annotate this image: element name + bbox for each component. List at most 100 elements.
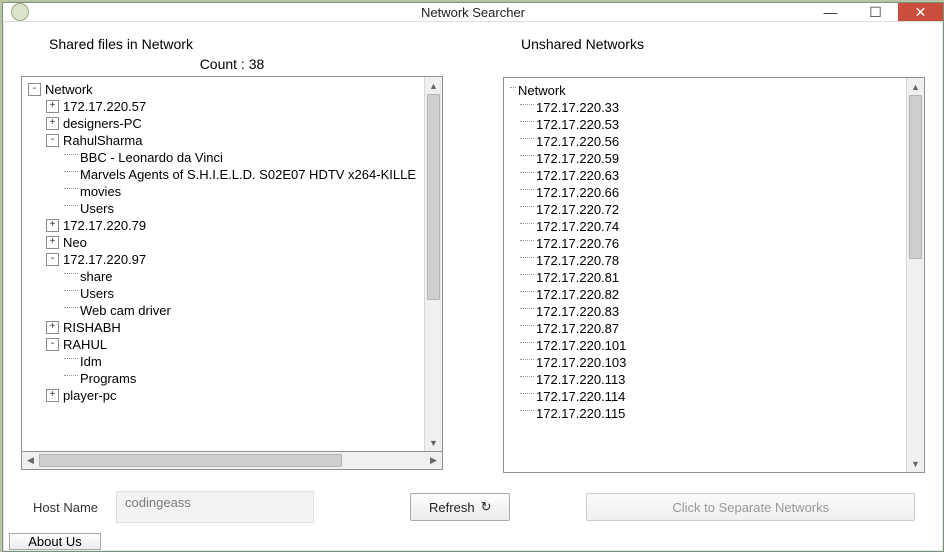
tree-node-label: 172.17.220.87 (536, 321, 619, 336)
tree-node[interactable]: 172.17.220.33 (510, 99, 906, 116)
tree-root[interactable]: Network (510, 82, 906, 99)
tree-node[interactable]: +172.17.220.79 (28, 217, 424, 234)
tree-node[interactable]: +designers-PC (28, 115, 424, 132)
tree-node[interactable]: 172.17.220.103 (510, 354, 906, 371)
scroll-down-icon[interactable]: ▼ (425, 434, 442, 451)
tree-node-label: RahulSharma (63, 133, 143, 148)
scroll-right-icon[interactable]: ▶ (425, 452, 442, 469)
unshared-tree[interactable]: Network 172.17.220.33172.17.220.53172.17… (503, 77, 925, 473)
tree-node[interactable]: 172.17.220.59 (510, 150, 906, 167)
tree-node-label: 172.17.220.78 (536, 253, 619, 268)
tree-node-label: 172.17.220.59 (536, 151, 619, 166)
tree-node[interactable]: 172.17.220.72 (510, 201, 906, 218)
tree-node-label: 172.17.220.114 (536, 389, 625, 404)
tree-node[interactable]: -RahulSharma (28, 132, 424, 149)
tree-node-label: 172.17.220.113 (536, 372, 625, 387)
expand-icon[interactable]: + (46, 236, 59, 249)
tree-node[interactable]: + player-pc (28, 387, 424, 404)
shared-hscrollbar[interactable]: ◀ ▶ (21, 452, 443, 470)
shared-panel-title: Shared files in Network (49, 36, 443, 52)
collapse-icon[interactable]: - (28, 83, 41, 96)
tree-node[interactable]: -RAHUL (28, 336, 424, 353)
tree-node[interactable]: share (28, 268, 424, 285)
tree-node-label: Neo (63, 235, 87, 250)
tree-node-label: RAHUL (63, 337, 107, 352)
about-button[interactable]: About Us (9, 533, 101, 550)
footer-bar: Host Name codingeass Refresh ↻ Click to … (21, 491, 925, 523)
tree-node-label: 172.17.220.115 (536, 406, 625, 421)
minimize-button[interactable]: — (808, 3, 853, 21)
tree-node[interactable]: 172.17.220.78 (510, 252, 906, 269)
tree-node[interactable]: 172.17.220.83 (510, 303, 906, 320)
tree-node[interactable]: Marvels Agents of S.H.I.E.L.D. S02E07 HD… (28, 166, 424, 183)
maximize-button[interactable]: ☐ (853, 3, 898, 21)
tree-node-label: 172.17.220.57 (63, 99, 146, 114)
tree-node-label: 172.17.220.66 (536, 185, 619, 200)
tree-node[interactable]: +RISHABH (28, 319, 424, 336)
tree-node-label: 172.17.220.76 (536, 236, 619, 251)
expand-icon[interactable]: + (46, 389, 59, 402)
app-window: Network Searcher — ☐ ✕ Shared files in N… (2, 2, 944, 552)
content-area: Shared files in Network Count : 38 - Net… (3, 22, 943, 527)
window-buttons: — ☐ ✕ (808, 3, 943, 21)
tree-root[interactable]: - Network (28, 81, 424, 98)
unshared-panel: Unshared Networks Network 172.17.220.331… (503, 30, 925, 473)
collapse-icon[interactable]: - (46, 253, 59, 266)
tree-node[interactable]: 172.17.220.81 (510, 269, 906, 286)
scroll-up-icon[interactable]: ▲ (907, 78, 924, 95)
tree-node[interactable]: Users (28, 285, 424, 302)
refresh-button[interactable]: Refresh ↻ (410, 493, 510, 521)
tree-node[interactable]: 172.17.220.66 (510, 184, 906, 201)
tree-node[interactable]: -172.17.220.97 (28, 251, 424, 268)
expand-icon[interactable]: + (46, 100, 59, 113)
close-button[interactable]: ✕ (898, 3, 943, 21)
tree-node[interactable]: movies (28, 183, 424, 200)
collapse-icon[interactable]: - (46, 338, 59, 351)
shared-vscrollbar[interactable]: ▲ ▼ (424, 77, 442, 451)
tree-node[interactable]: 172.17.220.53 (510, 116, 906, 133)
tree-node[interactable]: 172.17.220.76 (510, 235, 906, 252)
tree-node[interactable]: 172.17.220.101 (510, 337, 906, 354)
separate-networks-button[interactable]: Click to Separate Networks (586, 493, 915, 521)
tree-node[interactable]: 172.17.220.87 (510, 320, 906, 337)
tree-node[interactable]: Web cam driver (28, 302, 424, 319)
tree-node[interactable]: 172.17.220.74 (510, 218, 906, 235)
titlebar[interactable]: Network Searcher — ☐ ✕ (3, 3, 943, 22)
app-icon (11, 3, 29, 21)
tree-node[interactable]: 172.17.220.113 (510, 371, 906, 388)
tree-node[interactable]: 172.17.220.56 (510, 133, 906, 150)
tree-node[interactable]: 172.17.220.82 (510, 286, 906, 303)
tree-node[interactable]: 172.17.220.114 (510, 388, 906, 405)
tree-node[interactable]: + Neo (28, 234, 424, 251)
tree-node[interactable]: 172.17.220.63 (510, 167, 906, 184)
tree-node-label: player-pc (63, 388, 116, 403)
tree-node[interactable]: Idm (28, 353, 424, 370)
tree-node[interactable]: +172.17.220.57 (28, 98, 424, 115)
hostname-field[interactable]: codingeass (116, 491, 314, 523)
expand-icon[interactable]: + (46, 117, 59, 130)
tree-node-label: 172.17.220.82 (536, 287, 619, 302)
hostname-label: Host Name (33, 500, 98, 515)
unshared-vscrollbar[interactable]: ▲ ▼ (906, 78, 924, 472)
tree-node[interactable]: Users (28, 200, 424, 217)
tree-node-label: Programs (80, 371, 136, 386)
collapse-icon[interactable]: - (46, 134, 59, 147)
expand-icon[interactable]: + (46, 219, 59, 232)
tree-node-label: 172.17.220.72 (536, 202, 619, 217)
tree-node[interactable]: Programs (28, 370, 424, 387)
scroll-up-icon[interactable]: ▲ (425, 77, 442, 94)
tree-node[interactable]: BBC - Leonardo da Vinci (28, 149, 424, 166)
refresh-icon: ↻ (481, 499, 492, 515)
shared-tree[interactable]: - Network +172.17.220.57+designers-PC-Ra… (21, 76, 443, 452)
scroll-left-icon[interactable]: ◀ (22, 452, 39, 469)
expand-icon[interactable]: + (46, 321, 59, 334)
tree-node-label: 172.17.220.103 (536, 355, 626, 370)
count-label: Count : 38 (21, 56, 443, 72)
tree-node-label: Marvels Agents of S.H.I.E.L.D. S02E07 HD… (80, 167, 416, 182)
scroll-down-icon[interactable]: ▼ (907, 455, 924, 472)
tree-node-label: 172.17.220.56 (536, 134, 619, 149)
tree-node-label: movies (80, 184, 121, 199)
tree-node-label: Users (80, 286, 114, 301)
tree-node[interactable]: 172.17.220.115 (510, 405, 906, 422)
tree-node-label: 172.17.220.74 (536, 219, 619, 234)
